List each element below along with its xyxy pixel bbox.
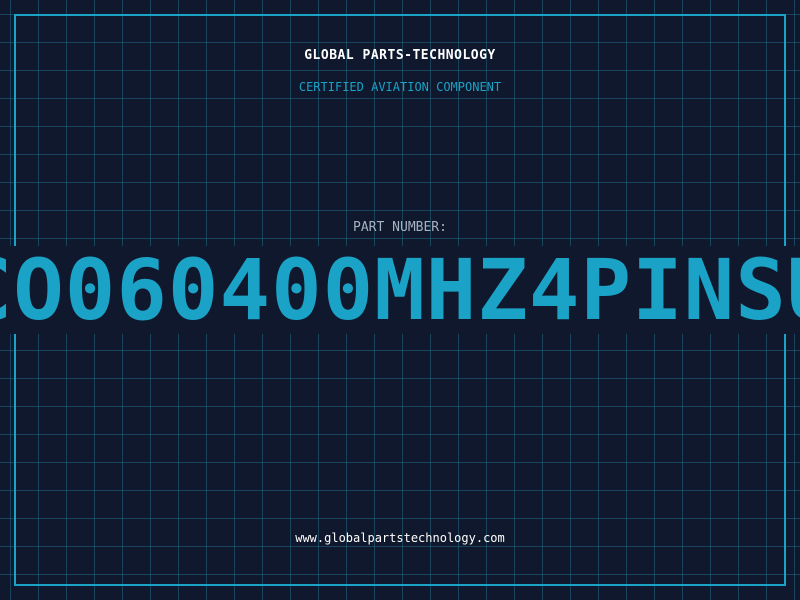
certification-tagline: CERTIFIED AVIATION COMPONENT [298, 80, 502, 94]
website-url: www.globalpartstechnology.com [295, 531, 505, 545]
company-name: GLOBAL PARTS-TECHNOLOGY [304, 48, 496, 63]
part-number-label: PART NUMBER: [353, 220, 447, 235]
part-number-band: SCO060400MHZ4PINSUM [0, 246, 800, 334]
part-number-value: SCO060400MHZ4PINSUM [0, 246, 800, 334]
certificate-page: GLOBAL PARTS-TECHNOLOGY CERTIFIED AVIATI… [0, 0, 800, 600]
